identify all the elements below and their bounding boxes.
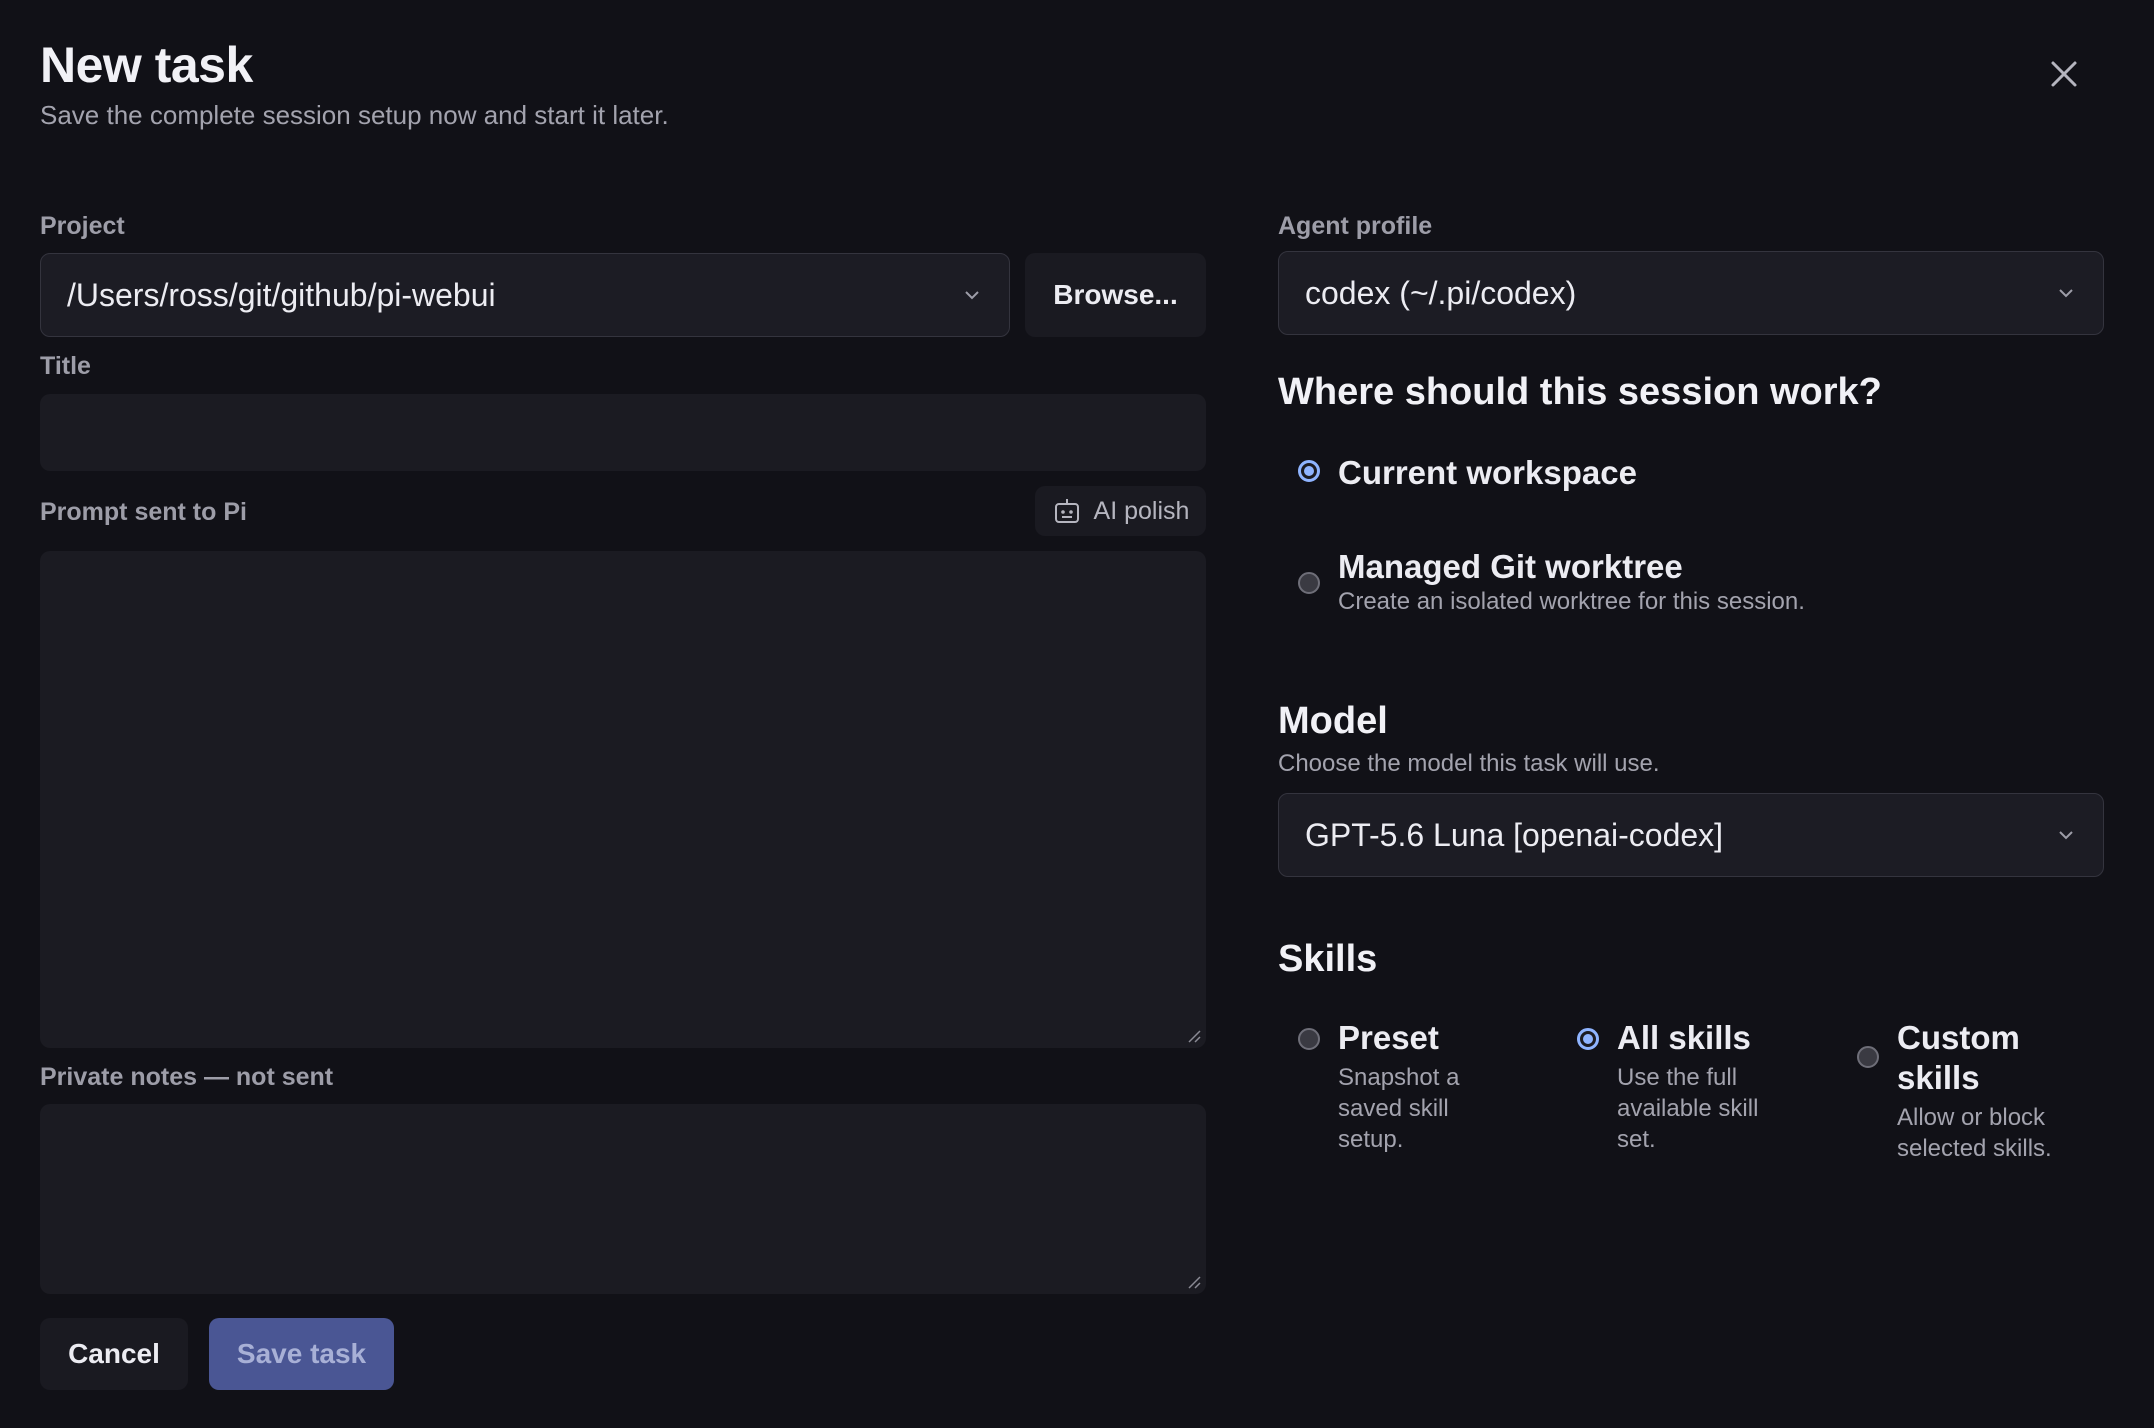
skill-option-description-line: setup. xyxy=(1338,1126,1404,1153)
skill-option-description-line: Snapshot a xyxy=(1338,1064,1460,1091)
project-label: Project xyxy=(40,212,125,240)
skill-option-description-line: Allow or block xyxy=(1897,1104,2046,1131)
model-description: Choose the model this task will use. xyxy=(1278,750,1660,777)
title-label: Title xyxy=(40,352,91,380)
skill-option-title: All skills xyxy=(1617,1019,1751,1056)
skill-option-title: Preset xyxy=(1338,1019,1439,1056)
title-input[interactable] xyxy=(40,394,1206,471)
workspace-option-current[interactable]: Current workspace xyxy=(1298,454,1637,492)
close-button[interactable] xyxy=(2040,50,2088,98)
ai-polish-label: AI polish xyxy=(1093,496,1190,525)
radio-current-workspace[interactable] xyxy=(1298,460,1320,482)
skill-option-title-line: Custom xyxy=(1897,1019,2020,1056)
dialog-subtitle: Save the complete session setup now and … xyxy=(40,100,669,130)
skill-option-description-line: selected skills. xyxy=(1897,1135,2052,1162)
workspace-heading: Where should this session work? xyxy=(1278,371,1882,413)
prompt-textarea[interactable] xyxy=(40,551,1206,1048)
workspace-option-title: Managed Git worktree xyxy=(1338,548,1683,585)
notes-label: Private notes — not sent xyxy=(40,1063,334,1091)
agent-profile-label: Agent profile xyxy=(1278,212,1433,240)
browse-button[interactable]: Browse... xyxy=(1025,253,1206,337)
workspace-option-description: Create an isolated worktree for this ses… xyxy=(1338,588,1805,615)
radio-custom-skills[interactable] xyxy=(1857,1046,1879,1068)
workspace-option-worktree[interactable]: Managed Git worktree Create an isolated … xyxy=(1298,548,1805,618)
ai-polish-button[interactable]: AI polish xyxy=(1035,486,1206,536)
chevron-down-icon xyxy=(965,291,979,300)
dialog-title: New task xyxy=(40,37,253,93)
cancel-button[interactable]: Cancel xyxy=(40,1318,188,1390)
agent-profile-value: codex (~/.pi/codex) xyxy=(1305,274,1577,311)
agent-profile-select[interactable]: codex (~/.pi/codex) xyxy=(1278,251,2104,335)
robot-icon xyxy=(1054,499,1079,523)
prompt-label: Prompt sent to Pi xyxy=(40,498,247,526)
workspace-option-title: Current workspace xyxy=(1338,454,1637,491)
skill-option-custom[interactable]: Custom skills Allow or block selected sk… xyxy=(1857,1018,2052,1164)
skill-option-all[interactable]: All skills Use the full available skill … xyxy=(1577,1018,1758,1155)
skill-option-description-line: available skill xyxy=(1617,1095,1759,1122)
resize-handle-icon[interactable] xyxy=(1186,1028,1202,1044)
radio-all-skills[interactable] xyxy=(1577,1028,1599,1050)
skill-option-preset[interactable]: Preset Snapshot a saved skill setup. xyxy=(1298,1018,1459,1155)
skill-option-description-line: saved skill xyxy=(1338,1095,1449,1122)
resize-handle-icon[interactable] xyxy=(1186,1274,1202,1290)
radio-managed-worktree[interactable] xyxy=(1298,572,1320,594)
close-icon xyxy=(2051,61,2077,87)
skill-option-title-line: skills xyxy=(1897,1059,1980,1096)
skills-heading: Skills xyxy=(1278,938,1378,980)
skill-option-description-line: Use the full xyxy=(1617,1064,1738,1091)
model-heading: Model xyxy=(1278,700,1388,742)
save-task-button[interactable]: Save task xyxy=(209,1318,394,1390)
radio-preset[interactable] xyxy=(1298,1028,1320,1050)
model-select[interactable]: GPT-5.6 Luna [openai-codex] xyxy=(1278,793,2104,877)
project-value: /Users/ross/git/github/pi-webui xyxy=(67,276,496,313)
chevron-down-icon xyxy=(2059,831,2073,840)
notes-textarea[interactable] xyxy=(40,1104,1206,1294)
chevron-down-icon xyxy=(2059,289,2073,298)
project-select[interactable]: /Users/ross/git/github/pi-webui xyxy=(40,253,1010,337)
model-value: GPT-5.6 Luna [openai-codex] xyxy=(1305,816,1724,853)
skill-option-description-line: set. xyxy=(1617,1126,1656,1153)
